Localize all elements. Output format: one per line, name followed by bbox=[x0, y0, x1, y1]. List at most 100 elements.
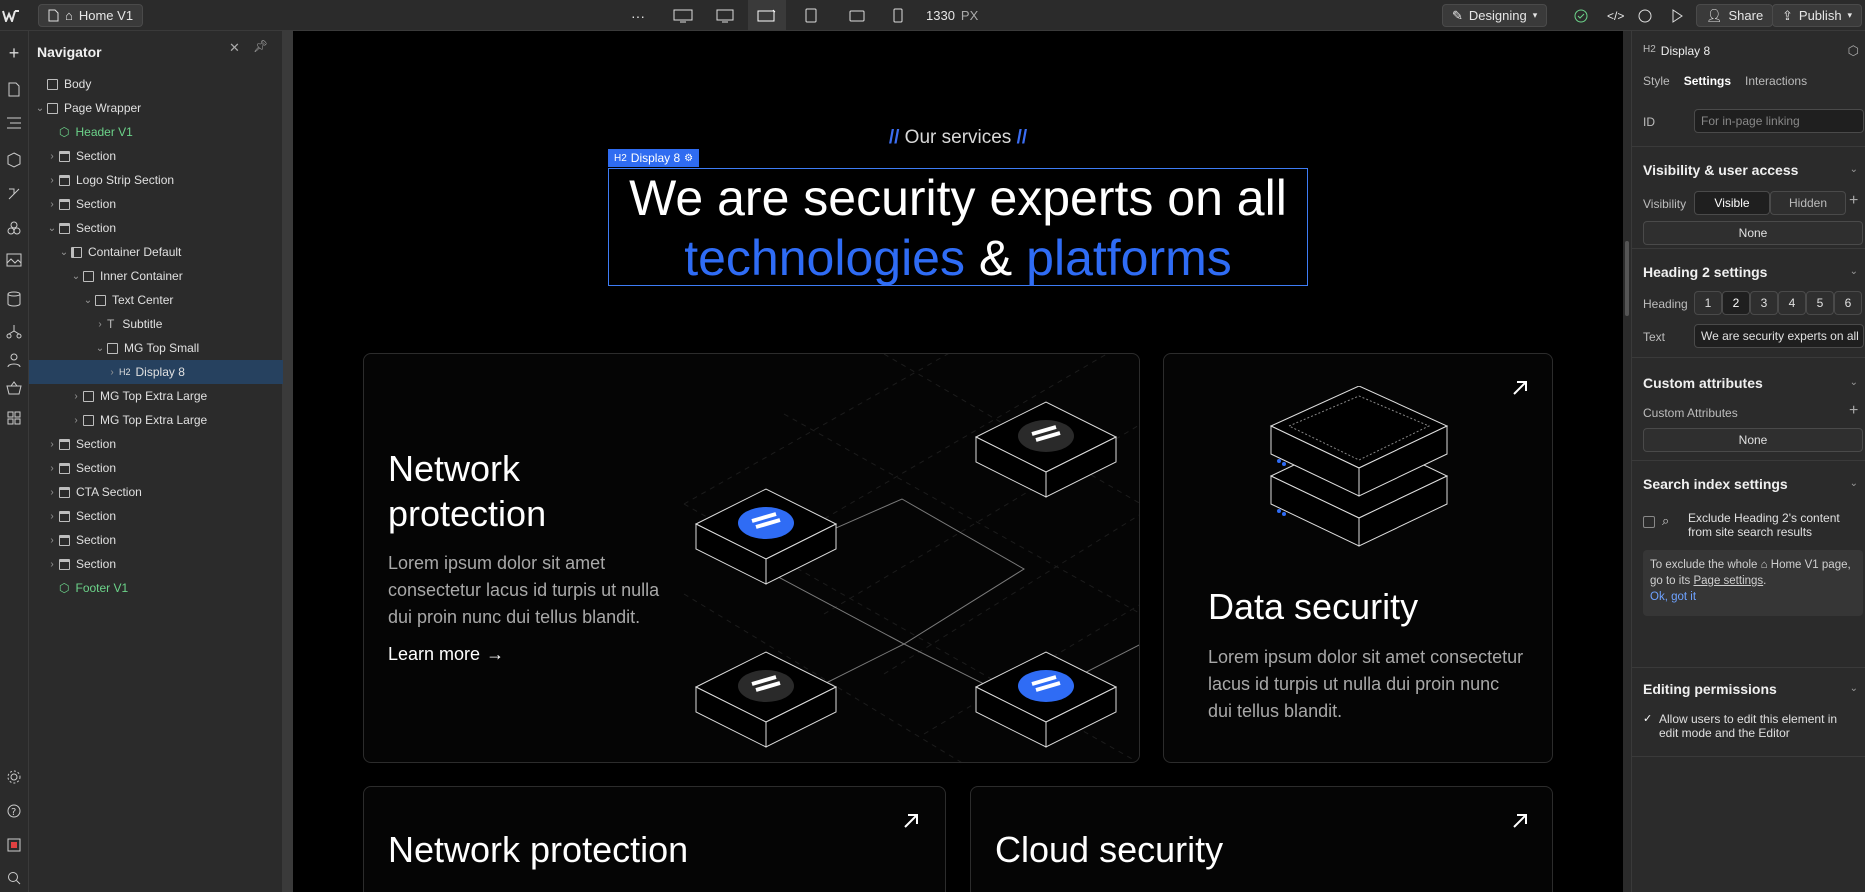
navigator-item[interactable]: ⌄ Section bbox=[29, 216, 283, 240]
custom-attributes-none[interactable]: None bbox=[1643, 428, 1863, 452]
mode-selector[interactable]: ✎ Designing ▾ bbox=[1442, 4, 1548, 27]
variables-icon[interactable] bbox=[3, 183, 25, 205]
heading-level-1[interactable]: 1 bbox=[1694, 291, 1722, 315]
logic-icon[interactable] bbox=[3, 320, 25, 342]
section-heading[interactable]: We are security experts on all technolog… bbox=[593, 168, 1323, 288]
arrow-up-right-icon[interactable] bbox=[1511, 379, 1529, 397]
chevron-down-icon[interactable]: ⌄ bbox=[1850, 377, 1858, 388]
heading-level-4[interactable]: 4 bbox=[1778, 291, 1806, 315]
chevron-right-icon[interactable]: › bbox=[95, 319, 105, 330]
share-button[interactable]: 👤︎ Share bbox=[1696, 4, 1774, 27]
navigator-item[interactable]: › MG Top Extra Large bbox=[29, 384, 283, 408]
chevron-down-icon[interactable]: ⌄ bbox=[1850, 683, 1858, 694]
heading-text-field[interactable]: We are security experts on all bbox=[1694, 324, 1864, 348]
navigator-item[interactable]: › Section bbox=[29, 504, 283, 528]
service-card-cloud[interactable]: Cloud security bbox=[970, 786, 1553, 892]
selection-settings-icon[interactable]: ⚙ bbox=[684, 153, 693, 164]
publish-button[interactable]: ⇪ Publish ▾ bbox=[1772, 4, 1863, 27]
canvas-resize-gutter[interactable] bbox=[283, 31, 293, 892]
navigator-item[interactable]: › Section bbox=[29, 144, 283, 168]
add-icon[interactable]: + bbox=[3, 42, 25, 64]
navigator-item[interactable]: ⌄ MG Top Small bbox=[29, 336, 283, 360]
chevron-down-icon[interactable]: ⌄ bbox=[83, 295, 93, 306]
record-icon[interactable] bbox=[3, 834, 25, 856]
breakpoint-desktop-xl-icon[interactable] bbox=[664, 4, 702, 27]
pages-icon[interactable] bbox=[3, 78, 25, 100]
chevron-right-icon[interactable]: › bbox=[107, 367, 117, 378]
visibility-none[interactable]: None bbox=[1643, 221, 1863, 245]
chevron-right-icon[interactable]: › bbox=[47, 175, 57, 186]
add-attribute-icon[interactable]: + bbox=[1849, 402, 1858, 420]
chevron-right-icon[interactable]: › bbox=[71, 391, 81, 402]
visible-toggle[interactable]: Visible bbox=[1694, 191, 1770, 215]
navigator-item[interactable]: › CTA Section bbox=[29, 480, 283, 504]
chevron-down-icon[interactable]: ⌄ bbox=[47, 223, 57, 234]
users-icon[interactable] bbox=[3, 349, 25, 371]
ok-got-it-link[interactable]: Ok, got it bbox=[1650, 591, 1696, 603]
chevron-right-icon[interactable]: › bbox=[47, 511, 57, 522]
help-icon[interactable]: ? bbox=[3, 800, 25, 822]
chevron-right-icon[interactable]: › bbox=[47, 559, 57, 570]
preview-play-icon[interactable] bbox=[1662, 4, 1692, 27]
arrow-up-right-icon[interactable] bbox=[902, 812, 920, 830]
navigator-item[interactable]: › Logo Strip Section bbox=[29, 168, 283, 192]
collapse-icon[interactable]: ✕ bbox=[229, 40, 240, 56]
chevron-right-icon[interactable]: › bbox=[47, 463, 57, 474]
id-field[interactable]: For in-page linking bbox=[1694, 109, 1864, 133]
chevron-right-icon[interactable]: › bbox=[47, 151, 57, 162]
editing-permissions-title[interactable]: Editing permissions bbox=[1643, 681, 1777, 697]
settings-gear-icon[interactable] bbox=[3, 766, 25, 788]
custom-attributes-title[interactable]: Custom attributes bbox=[1643, 375, 1763, 391]
page-settings-link[interactable]: Page settings bbox=[1693, 575, 1763, 587]
selection-tag[interactable]: H2 Display 8 ⚙ bbox=[608, 149, 700, 167]
chevron-right-icon[interactable]: › bbox=[71, 415, 81, 426]
comment-icon[interactable] bbox=[1629, 4, 1661, 27]
ecommerce-icon[interactable] bbox=[3, 377, 25, 399]
chevron-down-icon[interactable]: ⌄ bbox=[35, 103, 45, 114]
check-status-icon[interactable] bbox=[1565, 4, 1597, 27]
service-card-data[interactable]: Data security Lorem ipsum dolor sit amet… bbox=[1163, 353, 1553, 763]
component-icon[interactable]: ⬡ bbox=[1848, 43, 1859, 59]
service-card-network-2[interactable]: Network protection bbox=[363, 786, 946, 892]
navigator-item[interactable]: › Section bbox=[29, 456, 283, 480]
learn-more-link[interactable]: Learn more → bbox=[388, 644, 504, 665]
breakpoint-desktop-l-icon[interactable] bbox=[707, 4, 743, 27]
breakpoint-tablet-icon[interactable] bbox=[796, 4, 826, 27]
cms-icon[interactable] bbox=[3, 288, 25, 310]
navigator-item[interactable]: ⌄ Inner Container bbox=[29, 264, 283, 288]
service-card-network[interactable]: Network protection Lorem ipsum dolor sit … bbox=[363, 353, 1140, 763]
arrow-up-right-icon[interactable] bbox=[1511, 812, 1529, 830]
styles-icon[interactable] bbox=[3, 217, 25, 239]
components-icon[interactable] bbox=[3, 149, 25, 171]
navigator-icon[interactable] bbox=[3, 112, 25, 134]
heading-settings-title[interactable]: Heading 2 settings bbox=[1643, 264, 1767, 280]
hidden-toggle[interactable]: Hidden bbox=[1770, 191, 1846, 215]
navigator-item[interactable]: › Section bbox=[29, 528, 283, 552]
search-icon[interactable] bbox=[3, 867, 25, 889]
navigator-item[interactable]: › MG Top Extra Large bbox=[29, 408, 283, 432]
breakpoint-base-icon[interactable] bbox=[748, 0, 786, 31]
tab-interactions[interactable]: Interactions bbox=[1745, 74, 1807, 88]
breakpoint-phone-icon[interactable] bbox=[884, 4, 912, 27]
scrollbar-thumb[interactable] bbox=[1625, 241, 1629, 316]
chevron-down-icon[interactable]: ⌄ bbox=[1850, 478, 1858, 489]
chevron-down-icon[interactable]: ⌄ bbox=[59, 247, 69, 258]
navigator-item[interactable]: › Section bbox=[29, 192, 283, 216]
search-index-title[interactable]: Search index settings bbox=[1643, 476, 1788, 492]
chevron-right-icon[interactable]: › bbox=[47, 487, 57, 498]
chevron-down-icon[interactable]: ⌄ bbox=[1850, 266, 1858, 277]
chevron-right-icon[interactable]: › bbox=[47, 199, 57, 210]
chevron-down-icon[interactable]: ⌄ bbox=[1850, 164, 1858, 175]
canvas-scrollbar[interactable] bbox=[1623, 31, 1631, 892]
add-condition-icon[interactable]: + bbox=[1849, 192, 1858, 210]
more-button[interactable]: ··· bbox=[622, 4, 654, 27]
permission-checkbox[interactable]: ✓ bbox=[1643, 712, 1652, 725]
page-selector[interactable]: ⌂ Home V1 bbox=[38, 4, 144, 27]
chevron-right-icon[interactable]: › bbox=[47, 535, 57, 546]
breakpoint-landscape-icon[interactable] bbox=[840, 4, 874, 27]
navigator-item[interactable]: Body bbox=[29, 72, 283, 96]
tab-style[interactable]: Style bbox=[1643, 74, 1670, 88]
navigator-item[interactable]: › T Subtitle bbox=[29, 312, 283, 336]
heading-level-5[interactable]: 5 bbox=[1806, 291, 1834, 315]
navigator-item[interactable]: › Section bbox=[29, 552, 283, 576]
